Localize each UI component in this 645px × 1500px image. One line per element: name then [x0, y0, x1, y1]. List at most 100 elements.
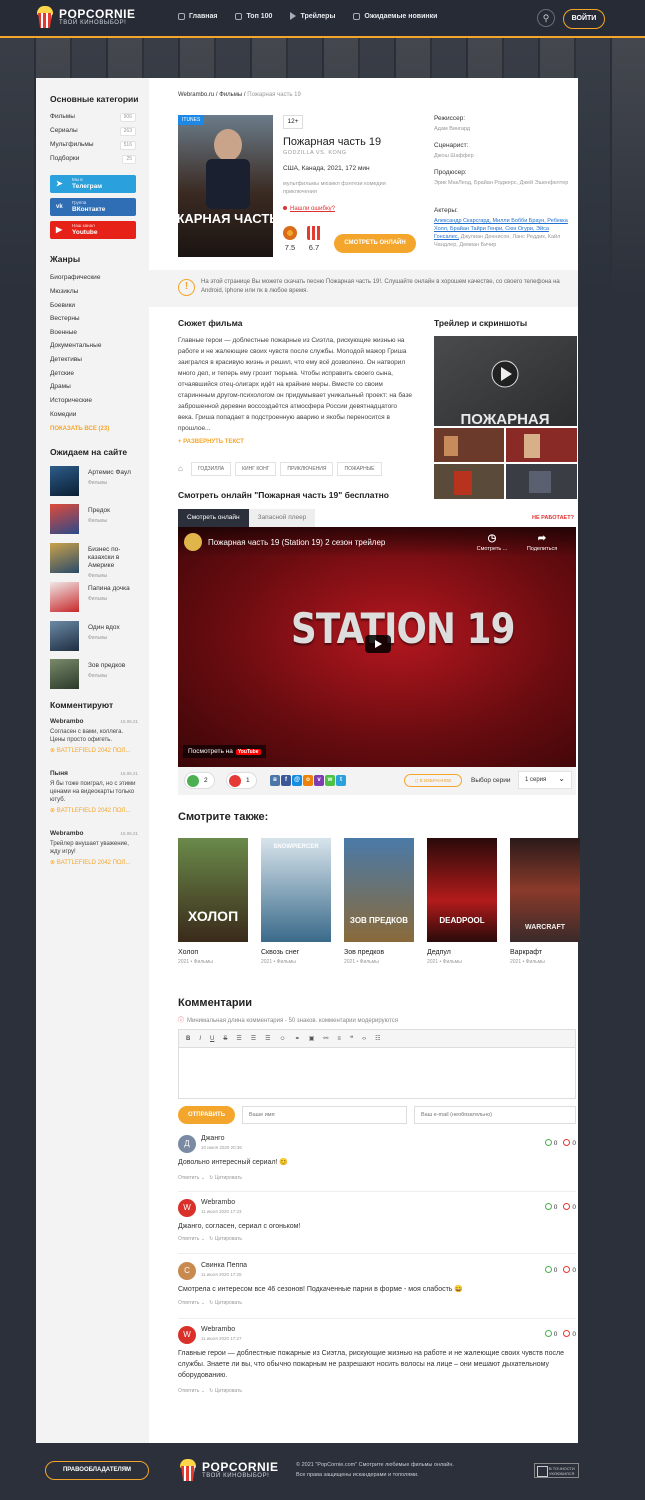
see-also-item[interactable]: ЗОВ ПРЕДКОВ Зов предков 2021 • Фильмы	[344, 838, 414, 965]
reply-link[interactable]: Ответить	[178, 1236, 199, 1242]
whatsapp-share-icon[interactable]: w	[325, 775, 335, 786]
vk-share-icon[interactable]: в	[270, 775, 280, 786]
expand-text-link[interactable]: + РАЗВЕРНУТЬ ТЕКСТ	[178, 439, 244, 445]
vote-up-button[interactable]: 0	[544, 1139, 557, 1147]
link-icon[interactable]: ⚭	[295, 1035, 300, 1042]
comment-author[interactable]: Webrambo	[201, 1326, 235, 1333]
comment-author[interactable]: Джанго	[201, 1135, 224, 1142]
unlink-icon[interactable]: ⚯	[323, 1035, 328, 1042]
quote-link[interactable]: Цитировать	[215, 1175, 242, 1181]
comment-author[interactable]: Webrambo	[201, 1199, 235, 1206]
comment-author[interactable]: Свинка Пеппа	[201, 1262, 247, 1269]
vote-down-button[interactable]: 0	[563, 1203, 576, 1211]
genre-item[interactable]: Детские	[50, 370, 74, 377]
avatar[interactable]: W	[178, 1199, 196, 1217]
reply-link[interactable]: Ответить	[178, 1388, 199, 1394]
not-working-link[interactable]: НЕ РАБОТАЕТ?	[532, 515, 574, 521]
awaited-item[interactable]: Предок Фильмы	[50, 504, 140, 536]
emoji-icon[interactable]: ☺	[280, 1036, 286, 1042]
channel-avatar[interactable]	[184, 533, 202, 551]
facebook-share-icon[interactable]: f	[281, 775, 291, 786]
genre-item[interactable]: Исторические	[50, 397, 92, 404]
telegram-share-icon[interactable]: t	[336, 775, 346, 786]
quote-link[interactable]: Цитировать	[215, 1300, 242, 1306]
youtube-button[interactable]: ▶ Наш канал Youtube	[50, 221, 136, 239]
like-button[interactable]: 2	[184, 772, 215, 789]
vote-down-button[interactable]: 0	[563, 1330, 576, 1338]
telegram-button[interactable]: ➤ Мы в Телеграм	[50, 175, 136, 193]
rights-holders-button[interactable]: ПРАВООБЛАДАТЕЛЯМ	[45, 1461, 149, 1480]
align-left-icon[interactable]: ☰	[236, 1035, 241, 1042]
watch-online-button[interactable]: СМОТРЕТЬ ОНЛАЙН	[334, 234, 416, 253]
image-icon[interactable]: ▣	[309, 1035, 315, 1042]
avatar[interactable]: С	[178, 1262, 196, 1280]
tag-item[interactable]: ГОДЗИЛЛА	[191, 462, 232, 476]
nav-trailers[interactable]: Трейлеры	[290, 12, 335, 20]
tag-item[interactable]: ПОЖАРНЫЕ	[337, 462, 382, 476]
bold-icon[interactable]: B	[186, 1036, 190, 1042]
align-right-icon[interactable]: ☰	[265, 1035, 270, 1042]
email-input[interactable]	[414, 1106, 576, 1124]
share-button[interactable]: ➦ Поделиться	[522, 533, 562, 552]
tab-watch-online[interactable]: Смотреть онлайн	[178, 509, 249, 527]
category-films[interactable]: Фильмы 906	[50, 113, 136, 122]
code-icon[interactable]: ‹›	[362, 1036, 366, 1042]
italic-icon[interactable]: I	[199, 1036, 201, 1042]
genre-item[interactable]: Документальные	[50, 342, 101, 349]
genre-item[interactable]: Мюзиклы	[50, 288, 78, 295]
watch-on-youtube-button[interactable]: Посмотреть на YouTube	[183, 745, 266, 758]
login-button[interactable]: ВОЙТИ	[563, 9, 605, 29]
vote-up-button[interactable]: 0	[544, 1203, 557, 1211]
avatar[interactable]: Д	[178, 1135, 196, 1153]
see-also-item[interactable]: WARCRAFT Варкрафт 2021 • Фильмы	[510, 838, 580, 965]
avatar[interactable]: W	[178, 1326, 196, 1344]
awaited-item[interactable]: Папина дочка Фильмы	[50, 582, 140, 614]
video-title[interactable]: Пожарная часть 19 (Station 19) 2 сезон т…	[208, 538, 385, 547]
nav-upcoming[interactable]: Ожидаемые новинки	[353, 12, 437, 20]
genre-item[interactable]: Вестерны	[50, 315, 80, 322]
mail-share-icon[interactable]: @	[292, 775, 302, 786]
list-icon[interactable]: ☷	[375, 1035, 380, 1042]
episode-select[interactable]: 1 серия	[518, 771, 572, 789]
comment-link[interactable]: ⊕ BATTLEFIELD 2042 ПОЛ...	[50, 747, 138, 754]
logo[interactable]: POPCORNIE ТВОЙ КИНОВЫБОР!	[36, 6, 136, 28]
see-also-item[interactable]: ХОЛОП Холоп 2021 • Фильмы	[178, 838, 248, 965]
report-error-link[interactable]: Нашли ошибку?	[283, 206, 335, 212]
vote-down-button[interactable]: 0	[563, 1139, 576, 1147]
name-input[interactable]	[242, 1106, 407, 1124]
vote-down-button[interactable]: 0	[563, 1266, 576, 1274]
tag-item[interactable]: ПРИКЛЮЧЕНИЯ	[280, 462, 334, 476]
quote-link[interactable]: Цитировать	[215, 1388, 242, 1394]
nav-top100[interactable]: Топ 100	[235, 12, 272, 20]
underline-icon[interactable]: U	[210, 1036, 214, 1042]
category-series[interactable]: Сериалы 263	[50, 127, 136, 136]
trailer-gallery[interactable]: ПОЖАРНАЯ	[434, 336, 577, 499]
vote-up-button[interactable]: 0	[544, 1330, 557, 1338]
genre-item[interactable]: Военные	[50, 329, 77, 336]
send-comment-button[interactable]: ОТПРАВИТЬ	[178, 1106, 235, 1124]
category-collections[interactable]: Подборки 25	[50, 155, 136, 164]
comment-editor[interactable]: B I U S ☰ ☰ ☰ ☺ ⚭ ▣ ⚯ ≡ ❝ ‹› ☷	[178, 1029, 576, 1099]
genre-item[interactable]: Биографические	[50, 274, 100, 281]
genre-item[interactable]: Комедии	[50, 411, 76, 418]
watch-later-button[interactable]: ◷ Смотреть ...	[472, 533, 512, 552]
strike-icon[interactable]: S	[223, 1036, 227, 1042]
genre-item[interactable]: Драмы	[50, 383, 71, 390]
dislike-button[interactable]: 1	[226, 772, 257, 789]
reply-link[interactable]: Ответить	[178, 1175, 199, 1181]
awaited-item[interactable]: Артемис Фаул Фильмы	[50, 466, 140, 498]
quote-link[interactable]: Цитировать	[215, 1236, 242, 1242]
search-icon[interactable]: ⚲	[537, 9, 555, 27]
breadcrumb-home[interactable]: Webrambo.ru	[178, 92, 214, 98]
genre-item[interactable]: Боевики	[50, 302, 75, 309]
genre-item[interactable]: Детективы	[50, 356, 82, 363]
awaited-item[interactable]: Бизнес по-казахски в Америке Фильмы	[50, 543, 140, 579]
play-button[interactable]	[365, 635, 391, 653]
align-center-icon[interactable]: ☰	[251, 1035, 256, 1042]
spoiler-icon[interactable]: ≡	[337, 1036, 341, 1042]
add-favorite-button[interactable]: ◻ В ИЗБРАННОЕ	[404, 774, 462, 787]
tag-item[interactable]: КИНГ КОНГ	[235, 462, 277, 476]
vk-button[interactable]: vk Группа ВКонтакте	[50, 198, 136, 216]
category-cartoons[interactable]: Мультфильмы 516	[50, 141, 136, 150]
comment-link[interactable]: ⊕ BATTLEFIELD 2042 ПОЛ...	[50, 859, 138, 866]
